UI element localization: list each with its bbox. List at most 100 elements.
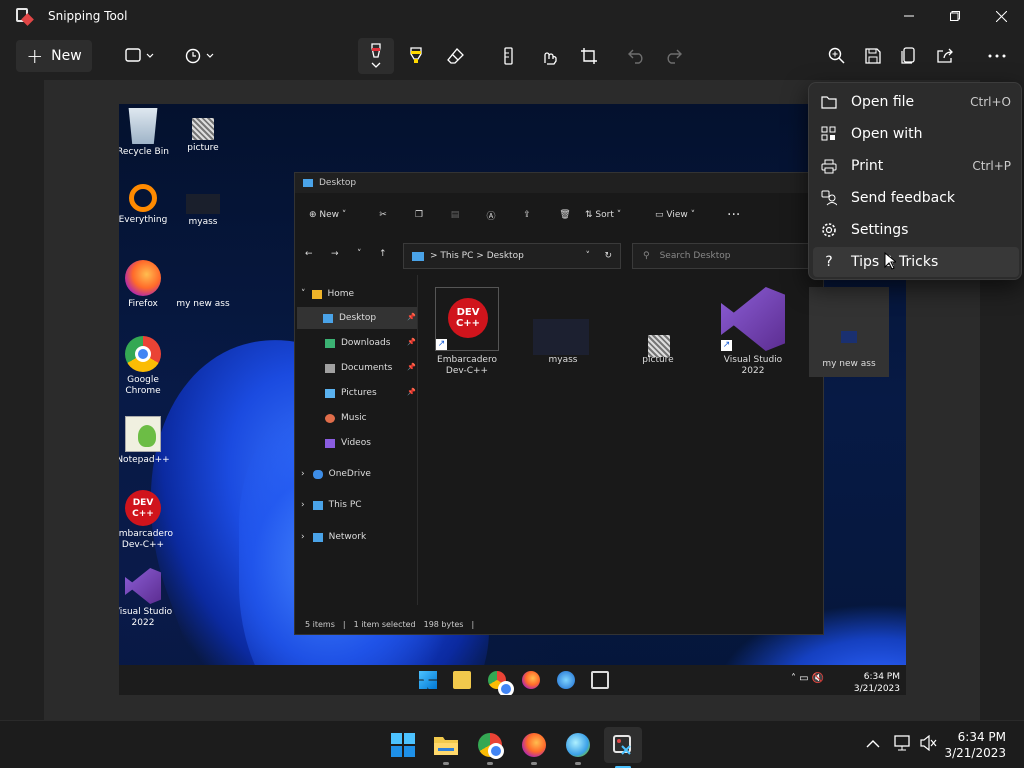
new-snip-button[interactable]: + New — [16, 40, 92, 72]
delay-icon — [185, 48, 214, 64]
volume-muted-icon[interactable] — [920, 735, 938, 751]
desktop-icon-recycle-bin: Recycle Bin — [119, 108, 173, 158]
address-bar: > This PC > Desktop ˅ ↻ — [403, 243, 621, 269]
chevron-down-icon: ˅ — [357, 249, 362, 259]
copy-button[interactable] — [894, 40, 924, 72]
taskbar-clock[interactable]: 6:34 PM 3/21/2023 — [944, 729, 1006, 761]
file-item-devcpp: DEV C++ ↗ Embarcadero Dev-C++ — [427, 287, 507, 377]
zoom-icon — [828, 47, 845, 64]
taskbar-file-explorer[interactable] — [432, 731, 460, 765]
firefox-icon — [125, 260, 161, 296]
windows-start-icon — [419, 671, 437, 689]
toolbar: + New — [0, 32, 1024, 80]
show-hidden-icons-icon[interactable] — [866, 739, 880, 749]
refresh-icon: ↻ — [604, 251, 612, 261]
redo-icon — [667, 49, 682, 64]
feedback-icon — [821, 190, 837, 206]
paint-icon — [566, 733, 590, 757]
chrome-icon — [488, 671, 514, 695]
save-button[interactable] — [858, 40, 888, 72]
video-file-icon — [186, 194, 220, 214]
folder-icon — [821, 96, 837, 109]
snip-mode-dropdown[interactable] — [116, 40, 164, 72]
snip-mode-icon — [125, 48, 154, 62]
image-file-icon — [192, 118, 214, 140]
menu-item-tips-tricks[interactable]: ? Tips & Tricks — [813, 247, 1019, 277]
chrome-icon — [478, 733, 504, 759]
taskbar-chrome[interactable] — [476, 731, 504, 765]
firefox-icon — [522, 671, 540, 689]
menu-item-open-with[interactable]: Open with — [813, 119, 1019, 149]
zoom-button[interactable] — [822, 40, 852, 72]
desktop-icon-devcpp: DEV C++ Embarcadero Dev-C++ — [119, 490, 177, 551]
desktop-icon-everything: Everything — [119, 184, 173, 226]
more-icon — [988, 54, 1006, 58]
menu-item-open-file[interactable]: Open file Ctrl+O — [813, 87, 1019, 117]
highlighter-icon — [410, 47, 422, 63]
up-icon: ↑ — [379, 249, 387, 259]
notepadpp-icon — [125, 416, 161, 452]
menu-item-settings[interactable]: Settings — [813, 215, 1019, 245]
more-icon: ··· — [727, 207, 741, 223]
explorer-command-bar: ⊕ New ˅ ✂ ❐ ▤ Ⓐ ⇪ 🗑 ⇅ Sort ˅ ▭ View ˅ ··… — [295, 193, 823, 237]
see-more-button[interactable] — [982, 40, 1012, 72]
tray-icons: ˄ ▭ 🔇 — [791, 673, 825, 684]
taskbar-snipping-tool[interactable] — [604, 727, 642, 768]
save-icon — [865, 48, 881, 64]
screenshot-clock: 6:34 PM 3/21/2023 — [853, 672, 900, 694]
snipping-tool-icon — [613, 735, 631, 755]
chevron-down-icon: ˅ — [585, 251, 591, 261]
taskbar-firefox[interactable] — [520, 731, 548, 765]
ballpoint-pen-icon — [371, 43, 381, 68]
touch-writing-button[interactable] — [534, 40, 564, 72]
forward-icon: → — [331, 249, 339, 259]
delay-dropdown[interactable] — [176, 40, 224, 72]
close-button[interactable] — [978, 0, 1024, 32]
minimize-button[interactable] — [886, 0, 932, 32]
back-icon: ← — [305, 249, 313, 259]
file-item-picture: picture — [618, 287, 698, 366]
ballpoint-pen-button[interactable] — [358, 38, 394, 74]
menu-item-print[interactable]: Print Ctrl+P — [813, 151, 1019, 181]
menu-item-send-feedback[interactable]: Send feedback — [813, 183, 1019, 213]
maximize-icon — [950, 11, 960, 21]
question-icon: ? — [825, 254, 833, 270]
eraser-icon — [447, 48, 464, 64]
paint-icon — [557, 671, 575, 689]
maximize-button[interactable] — [932, 0, 978, 32]
file-explorer-window: Desktop ⊕ New ˅ ✂ ❐ ▤ Ⓐ ⇪ 🗑 ⇅ Sort ˅ ▭ V… — [294, 172, 889, 635]
file-explorer-icon — [434, 737, 458, 755]
new-button-label: New — [51, 48, 82, 64]
share-icon — [937, 48, 953, 63]
crop-button[interactable] — [574, 40, 604, 72]
screenshot-image: Recycle Bin picture Everything myass Fir… — [119, 104, 906, 695]
ruler-icon — [504, 47, 513, 65]
redo-button[interactable] — [658, 40, 688, 72]
devcpp-icon: DEV C++ — [125, 490, 161, 526]
taskbar-paint[interactable] — [564, 731, 592, 765]
share-button[interactable] — [930, 40, 960, 72]
desktop-icon-my-new-ass: my new ass — [176, 299, 230, 309]
desktop-icon-chrome: Google Chrome — [119, 336, 173, 397]
network-icon[interactable] — [894, 735, 912, 751]
everything-app-icon — [129, 184, 157, 212]
desktop-icon-myass: myass — [173, 184, 233, 228]
undo-icon — [628, 49, 643, 64]
search-desktop-field: ⚲ Search Desktop — [632, 243, 822, 269]
windows-start-icon — [391, 733, 415, 757]
undo-button[interactable] — [622, 40, 652, 72]
visual-studio-icon — [125, 568, 161, 604]
eraser-button[interactable] — [440, 40, 472, 72]
highlighter-button[interactable] — [400, 40, 432, 72]
ruler-button[interactable] — [494, 40, 524, 72]
rename-icon: Ⓐ — [486, 211, 496, 222]
recycle-bin-icon — [128, 108, 158, 144]
search-icon: ⚲ — [643, 251, 650, 261]
folder-icon — [303, 179, 313, 187]
open-with-icon — [821, 126, 836, 141]
cut-icon: ✂ — [379, 210, 387, 220]
start-button[interactable] — [389, 731, 417, 759]
file-item-my-new-ass: my new ass — [809, 287, 889, 377]
desktop-icon-picture: picture — [173, 108, 233, 154]
snipping-tool-app-icon — [16, 8, 34, 26]
